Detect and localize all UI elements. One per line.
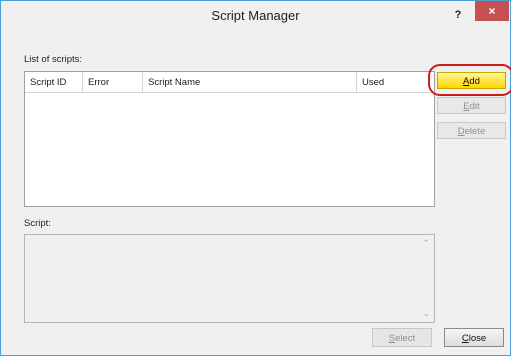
window-title: Script Manager (211, 8, 300, 23)
column-header-used[interactable]: Used (357, 72, 434, 93)
chevron-down-icon[interactable]: ⌄ (422, 308, 430, 319)
title-bar: Script Manager ? × (1, 1, 510, 31)
add-label-rest: dd (469, 76, 480, 87)
close-label-rest: lose (468, 333, 487, 344)
column-header-script-name[interactable]: Script Name (143, 72, 357, 93)
delete-label-rest: elete (464, 126, 486, 137)
close-window-button[interactable]: × (475, 1, 509, 21)
script-label: Script: (24, 218, 51, 229)
delete-mnemonic: D (457, 126, 465, 137)
add-button[interactable]: Add (437, 72, 506, 89)
edit-button[interactable]: Edit (437, 97, 506, 114)
column-header-script-id[interactable]: Script ID (25, 72, 83, 93)
close-mnemonic: C (461, 333, 469, 344)
edit-label-rest: dit (469, 101, 480, 112)
help-button[interactable]: ? (449, 5, 467, 25)
delete-button[interactable]: Delete (437, 122, 506, 139)
select-button[interactable]: Select (372, 328, 432, 347)
select-label-rest: elect (395, 333, 416, 344)
scripts-list[interactable]: Script ID Error Script Name Used (24, 71, 435, 207)
script-text-area[interactable]: ⌃ ⌄ (24, 234, 435, 323)
column-header-error[interactable]: Error (83, 72, 143, 93)
close-button[interactable]: Close (444, 328, 504, 347)
script-manager-window: Script Manager ? × List of scripts: Scri… (0, 0, 511, 356)
list-of-scripts-label: List of scripts: (24, 54, 83, 65)
chevron-up-icon[interactable]: ⌃ (422, 238, 430, 249)
